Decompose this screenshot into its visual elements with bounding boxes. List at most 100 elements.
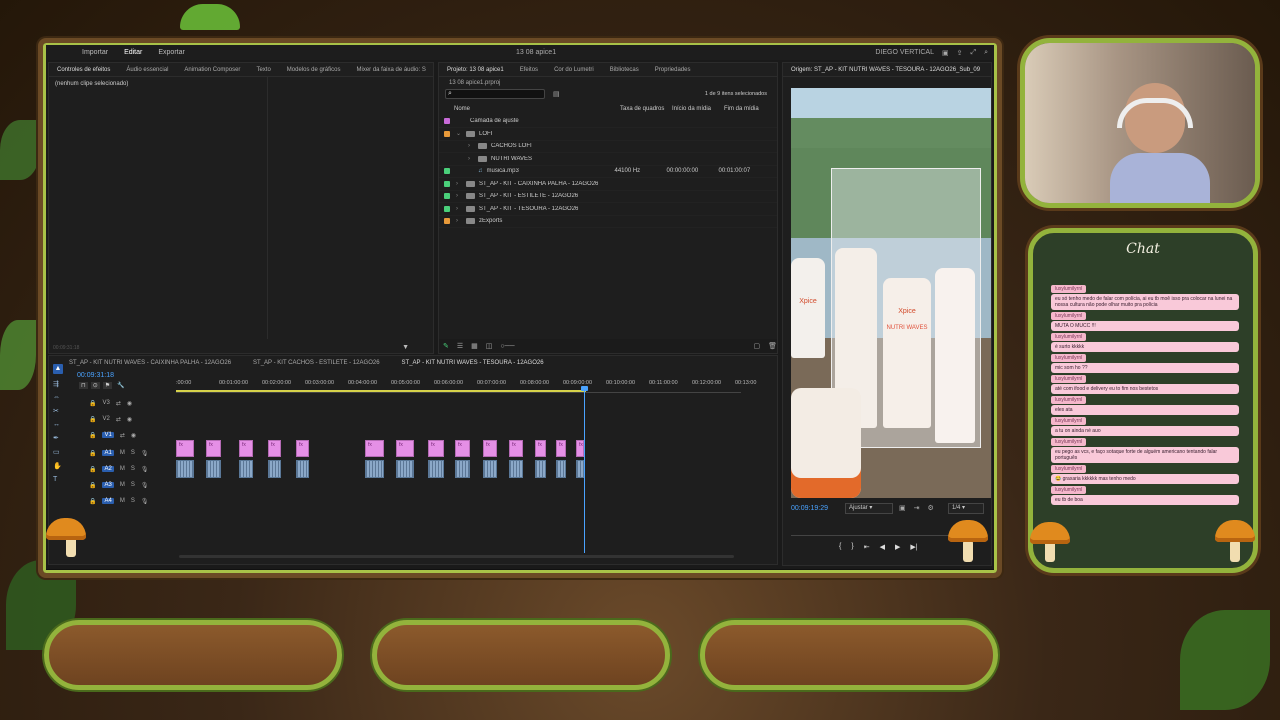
tab-effect-controls[interactable]: Controles de efeitos: [49, 67, 118, 73]
audio-clip[interactable]: [483, 460, 497, 478]
tab-sequence-1[interactable]: ST_AP - KIT NUTRI WAVES - CAIXINHA PALHA…: [69, 360, 231, 366]
layout-icon[interactable]: ▣: [942, 49, 949, 57]
step-forward-icon[interactable]: ▶|: [910, 543, 917, 551]
track-name[interactable]: A4: [102, 498, 114, 504]
tab-libraries[interactable]: Bibliotecas: [602, 67, 647, 73]
zoom-slider[interactable]: ○──: [500, 343, 514, 350]
chat-username[interactable]: luxylumilyrnl: [1051, 486, 1087, 494]
track-name[interactable]: A2: [102, 466, 114, 472]
audio-clip[interactable]: [176, 460, 194, 478]
lock-icon[interactable]: 🔒: [89, 466, 96, 473]
project-item[interactable]: ⌄ LOFI: [439, 128, 777, 141]
label-color-swatch[interactable]: [444, 218, 450, 225]
video-track-header[interactable]: 🔒 V2 ⇄ ◉: [89, 412, 199, 426]
mute-button[interactable]: M: [120, 466, 125, 472]
menu-exportar[interactable]: Exportar: [150, 49, 192, 56]
quality-dropdown[interactable]: 1/4 ▾: [948, 503, 984, 514]
chevron-right-icon[interactable]: ›: [468, 143, 478, 149]
settings-icon[interactable]: ⚙: [928, 504, 934, 512]
tab-sequence-3[interactable]: ST_AP - KIT NUTRI WAVES - TESOURA - 12AG…: [402, 360, 544, 366]
insert-icon[interactable]: ▣: [899, 504, 906, 512]
chevron-right-icon[interactable]: ›: [456, 193, 466, 199]
mic-icon[interactable]: 🎙: [141, 450, 149, 457]
solo-button[interactable]: S: [131, 450, 135, 456]
sync-icon[interactable]: ⇄: [116, 400, 121, 407]
lock-icon[interactable]: 🔒: [89, 450, 96, 457]
mic-icon[interactable]: 🎙: [141, 482, 149, 489]
label-color-swatch[interactable]: [444, 156, 450, 162]
audio-clip[interactable]: [455, 460, 470, 478]
video-clip[interactable]: fx: [176, 440, 194, 457]
freeform-view-icon[interactable]: ◫: [486, 342, 493, 350]
project-item[interactable]: › ST_AP - KIT - CAIXINHA PALHA - 12AGO26: [439, 178, 777, 191]
video-track-header[interactable]: 🔒 V3 ⇄ ◉: [89, 396, 199, 410]
lock-icon[interactable]: 🔒: [89, 400, 96, 407]
solo-button[interactable]: S: [131, 482, 135, 488]
menu-importar[interactable]: Importar: [74, 49, 116, 56]
project-item[interactable]: › CACHOS LOFI: [439, 141, 777, 153]
mark-out-icon[interactable]: }: [851, 543, 853, 551]
selection-tool-icon[interactable]: ▲: [53, 364, 63, 374]
chevron-right-icon[interactable]: ›: [456, 206, 466, 212]
project-item[interactable]: › ST_AP - KIT - TESOURA - 12AGO26: [439, 203, 777, 216]
video-clip[interactable]: fx: [365, 440, 384, 457]
icon-view-icon[interactable]: ▦: [471, 342, 478, 350]
play-icon[interactable]: ▶: [895, 543, 900, 551]
project-search-input[interactable]: ⌕: [445, 89, 545, 99]
project-item[interactable]: › zExports: [439, 216, 777, 228]
pencil-icon[interactable]: ✎: [443, 342, 449, 350]
audio-clip[interactable]: [268, 460, 281, 478]
mute-button[interactable]: M: [120, 498, 125, 504]
eye-icon[interactable]: ◉: [127, 400, 132, 407]
chat-username[interactable]: luxylumilyrnl: [1051, 354, 1087, 362]
audio-clip[interactable]: [396, 460, 414, 478]
chat-username[interactable]: luxylumilyrnl: [1051, 465, 1087, 473]
tab-animation-composer[interactable]: Animation Composer: [176, 67, 248, 73]
new-item-icon[interactable]: ▢: [753, 342, 760, 350]
audio-clip[interactable]: [509, 460, 523, 478]
video-clip[interactable]: fx: [509, 440, 523, 457]
video-clip[interactable]: fx: [535, 440, 546, 457]
trash-icon[interactable]: 🗑: [768, 342, 777, 350]
label-color-swatch[interactable]: [444, 193, 450, 200]
playhead[interactable]: [584, 388, 585, 553]
audio-track-header[interactable]: 🔒 A3 M S 🎙: [89, 478, 199, 492]
video-clip[interactable]: fx: [239, 440, 253, 457]
label-color-swatch[interactable]: [444, 130, 450, 137]
col-name[interactable]: Nome: [454, 106, 620, 112]
col-framerate[interactable]: Taxa de quadros: [620, 106, 672, 112]
export-frame-icon[interactable]: ⇥: [914, 504, 920, 512]
chat-username[interactable]: luxylumilyrnl: [1051, 417, 1087, 425]
tab-sequence-2[interactable]: ST_AP - KIT CACHOS - ESTILETE - 12AGO26: [253, 360, 379, 366]
track-select-icon[interactable]: ⇶: [53, 380, 62, 388]
tab-effects[interactable]: Efeitos: [512, 67, 546, 73]
eye-icon[interactable]: ◉: [127, 416, 132, 423]
chevron-right-icon[interactable]: ›: [456, 218, 466, 224]
lock-icon[interactable]: 🔒: [89, 482, 96, 489]
link-icon[interactable]: ⊙: [90, 382, 100, 389]
solo-button[interactable]: S: [131, 498, 135, 504]
mic-icon[interactable]: 🎙: [141, 498, 149, 505]
chat-username[interactable]: luxylumilyrnl: [1051, 438, 1087, 446]
mark-in-icon[interactable]: {: [839, 543, 841, 551]
track-name[interactable]: A3: [102, 482, 114, 488]
label-color-swatch[interactable]: [444, 143, 450, 149]
solo-button[interactable]: S: [131, 466, 135, 472]
chat-username[interactable]: luxylumilyrnl: [1051, 375, 1087, 383]
track-name[interactable]: V1: [102, 432, 114, 438]
video-clip[interactable]: fx: [396, 440, 414, 457]
tab-text[interactable]: Texto: [248, 67, 278, 73]
playhead-handle[interactable]: [581, 386, 588, 391]
audio-clip[interactable]: [365, 460, 384, 478]
video-clip[interactable]: fx: [483, 440, 497, 457]
fit-dropdown[interactable]: Ajustar ▾: [845, 503, 893, 514]
audio-track-header[interactable]: 🔒 A4 M S 🎙: [89, 494, 199, 508]
project-item[interactable]: Camada de ajuste: [439, 116, 777, 128]
go-to-in-icon[interactable]: ⇤: [864, 543, 870, 551]
fullscreen-icon[interactable]: ⤢: [970, 49, 976, 57]
project-item[interactable]: › NUTRI WAVES: [439, 153, 777, 166]
timeline-scrollbar[interactable]: [179, 555, 734, 558]
menu-editar[interactable]: Editar: [116, 49, 150, 56]
share-icon[interactable]: ⇪: [957, 49, 963, 57]
track-name[interactable]: A1: [102, 450, 114, 456]
